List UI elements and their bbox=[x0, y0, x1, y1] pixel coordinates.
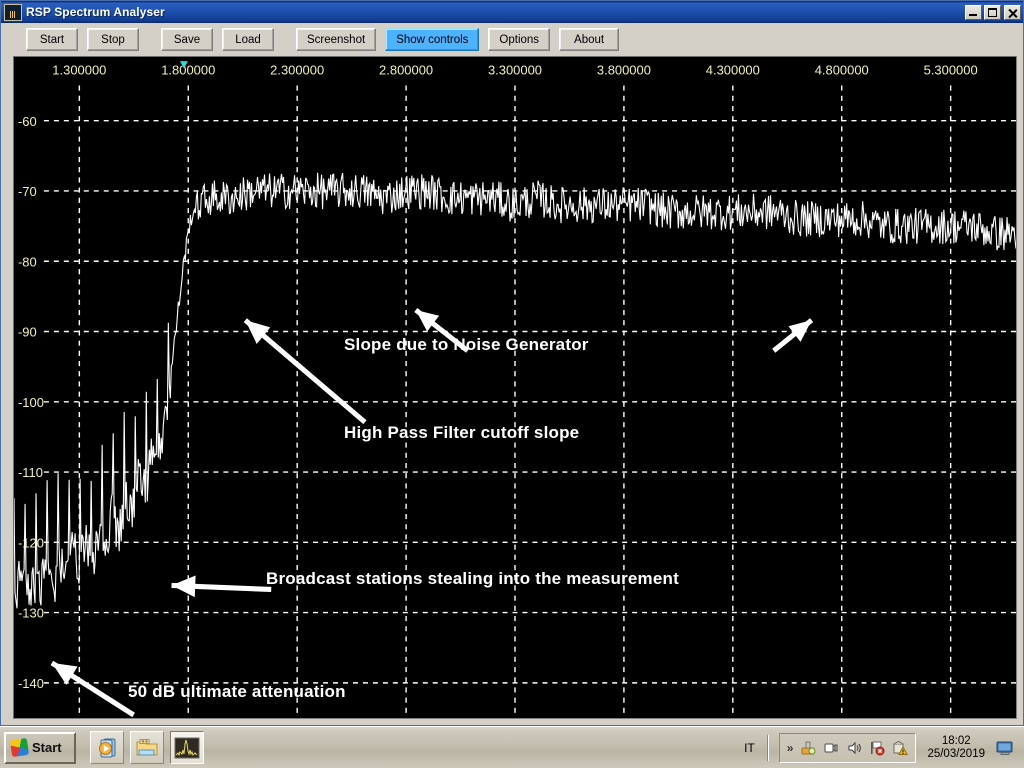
taskbar-tasks bbox=[90, 731, 204, 764]
load-button[interactable]: Load bbox=[222, 28, 274, 51]
network-connection-icon[interactable] bbox=[823, 740, 839, 756]
windows-flag-icon bbox=[9, 737, 30, 758]
security-warning-icon[interactable] bbox=[892, 740, 909, 756]
screen: RSP Spectrum Analyser Start Stop Save Lo… bbox=[0, 0, 1024, 768]
tray-language[interactable]: IT bbox=[744, 741, 755, 755]
spectrum-chart-svg: 1.300000 1.800000 2.300000 2.800000 3.300000… bbox=[14, 57, 1016, 718]
stop-button[interactable]: Stop bbox=[87, 28, 139, 51]
save-button[interactable]: Save bbox=[161, 28, 213, 51]
svg-text:5.300000: 5.300000 bbox=[924, 62, 978, 77]
flag-alert-icon[interactable] bbox=[869, 740, 885, 756]
spectrum-plot-area[interactable]: 1.300000 1.800000 2.300000 2.800000 3.300000… bbox=[13, 56, 1017, 719]
tray-divider bbox=[766, 734, 769, 761]
svg-text:-90: -90 bbox=[18, 324, 37, 339]
spectrum-plot: 1.300000 1.800000 2.300000 2.800000 3.300000… bbox=[14, 57, 1016, 718]
clock-time: 18:02 bbox=[941, 734, 971, 747]
svg-text:-70: -70 bbox=[18, 184, 37, 199]
svg-text:1.300000: 1.300000 bbox=[52, 62, 106, 77]
start-button-taskbar[interactable]: Start bbox=[4, 731, 76, 764]
svg-text:-140: -140 bbox=[18, 676, 44, 691]
svg-text:-110: -110 bbox=[18, 465, 43, 480]
window-controls bbox=[965, 4, 1021, 20]
show-controls-button[interactable]: Show controls bbox=[385, 28, 480, 51]
folder-icon bbox=[136, 738, 158, 755]
spectrum-icon bbox=[4, 3, 22, 21]
maximize-button[interactable] bbox=[984, 4, 1001, 20]
svg-text:2.800000: 2.800000 bbox=[379, 62, 433, 77]
about-button[interactable]: About bbox=[559, 28, 620, 51]
media-player-icon bbox=[99, 738, 116, 757]
svg-text:-60: -60 bbox=[18, 114, 37, 129]
file-explorer-task[interactable] bbox=[130, 731, 164, 764]
title-bar: RSP Spectrum Analyser bbox=[1, 1, 1023, 23]
svg-text:-80: -80 bbox=[18, 254, 37, 269]
svg-text:3.800000: 3.800000 bbox=[597, 62, 651, 77]
annotation-ultimate-attenuation: 50 dB ultimate attenuation bbox=[128, 682, 346, 701]
volume-icon[interactable] bbox=[846, 740, 862, 756]
svg-text:4.300000: 4.300000 bbox=[706, 62, 760, 77]
minimize-button[interactable] bbox=[965, 4, 982, 20]
start-button[interactable]: Start bbox=[26, 28, 78, 51]
svg-text:-100: -100 bbox=[18, 395, 44, 410]
window-title: RSP Spectrum Analyser bbox=[26, 5, 165, 19]
annotation-slope-noise-generator: Slope due to Noise Generator bbox=[344, 335, 589, 354]
tray-expand-icon[interactable]: » bbox=[787, 741, 794, 755]
svg-text:4.800000: 4.800000 bbox=[815, 62, 869, 77]
safely-remove-hardware-icon[interactable] bbox=[800, 740, 816, 756]
system-tray: IT » 18:02 25/03/2019 bbox=[736, 731, 1018, 765]
tray-icons: » bbox=[778, 732, 917, 763]
screenshot-button[interactable]: Screenshot bbox=[296, 28, 377, 51]
taskbar: Start IT » 18:02 25/03/2019 bbox=[0, 726, 1024, 768]
clock-date: 25/03/2019 bbox=[927, 747, 985, 760]
display-icon[interactable] bbox=[996, 740, 1013, 756]
toolbar: Start Stop Save Load Screenshot Show con… bbox=[1, 23, 1023, 56]
svg-text:1.800000: 1.800000 bbox=[161, 62, 215, 77]
svg-text:-130: -130 bbox=[18, 606, 44, 621]
svg-text:-120: -120 bbox=[18, 535, 44, 550]
annotation-hpf-cutoff-slope: High Pass Filter cutoff slope bbox=[344, 423, 580, 442]
taskbar-clock[interactable]: 18:02 25/03/2019 bbox=[927, 735, 985, 761]
spectrum-task-icon bbox=[174, 737, 200, 758]
close-button[interactable] bbox=[1004, 4, 1021, 20]
options-button[interactable]: Options bbox=[488, 28, 551, 51]
rsp-spectrum-analyser-window: RSP Spectrum Analyser Start Stop Save Lo… bbox=[0, 0, 1024, 726]
start-label: Start bbox=[32, 740, 62, 755]
svg-text:2.300000: 2.300000 bbox=[270, 62, 324, 77]
spectrum-analyser-task[interactable] bbox=[170, 731, 204, 764]
annotation-broadcast-stations: Broadcast stations stealing into the mea… bbox=[266, 569, 679, 588]
svg-text:3.300000: 3.300000 bbox=[488, 62, 542, 77]
media-player-task[interactable] bbox=[90, 731, 124, 764]
